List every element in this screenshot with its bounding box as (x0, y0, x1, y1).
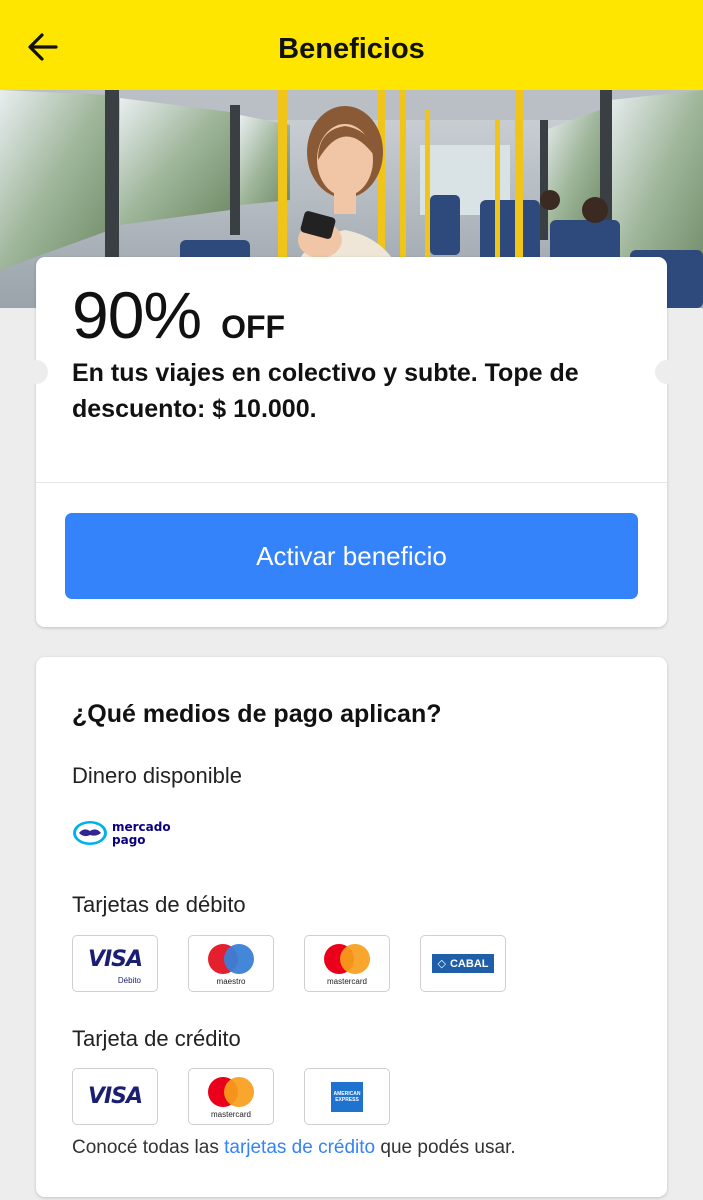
debit-cards-row: VISA Débito maestro mastercard ◇ CABAL (72, 935, 506, 992)
discount-percent: 90% (72, 278, 202, 352)
mp-logo-line1: mercado (112, 820, 171, 834)
visa-debit-sub: Débito (117, 976, 141, 985)
mp-logo-line2: pago (112, 833, 146, 847)
cabal-label: CABAL (449, 957, 489, 970)
visa-debit-name: VISA (87, 947, 143, 972)
note-prefix: Conocé todas las (72, 1137, 225, 1158)
page-title: Beneficios (278, 33, 425, 65)
payment-methods-card: ¿Qué medios de pago aplican? Dinero disp… (36, 657, 667, 1197)
ticket-notch (655, 360, 679, 384)
debit-cards-label: Tarjetas de débito (72, 892, 246, 917)
mastercard-debit-label: mastercard (326, 977, 367, 986)
activate-benefit-button[interactable]: Activar beneficio (65, 513, 638, 599)
offer-description: En tus viajes en colectivo y subte. Tope… (72, 359, 579, 423)
credit-cards-note: Conocé todas las tarjetas de crédito que… (72, 1137, 516, 1159)
offer-card: 90% OFF En tus viajes en colectivo y sub… (24, 257, 679, 627)
mercado-pago-logo: mercado pago (72, 817, 172, 849)
mastercard-debit-card: mastercard (304, 935, 390, 992)
divider (36, 482, 667, 483)
maestro-card: maestro (188, 935, 274, 992)
discount-off-label: OFF (221, 309, 286, 345)
credit-cards-link[interactable]: tarjetas de crédito (224, 1137, 375, 1158)
visa-debit-card: VISA Débito (72, 935, 158, 992)
visa-credit-card: VISA (72, 1068, 158, 1125)
payment-methods-title: ¿Qué medios de pago aplican? (72, 700, 442, 728)
cabal-icon: ◇ (437, 958, 446, 970)
mastercard-credit-card: mastercard (188, 1068, 274, 1125)
cabal-card: ◇ CABAL (420, 935, 506, 992)
amex-card: AMERICAN EXPRESS (304, 1068, 390, 1125)
top-bar: Beneficios (0, 0, 703, 90)
amex-logo: AMERICAN EXPRESS (331, 1081, 363, 1112)
available-money-label: Dinero disponible (72, 763, 242, 788)
discount-amount: 90% OFF (72, 277, 285, 353)
visa-credit-name: VISA (87, 1084, 143, 1109)
credit-cards-row: VISA mastercard AMERICAN EXPRESS (72, 1068, 390, 1125)
ticket-notch (24, 360, 48, 384)
credit-card-label: Tarjeta de crédito (72, 1026, 241, 1051)
note-suffix: que podés usar. (375, 1137, 516, 1158)
maestro-label: maestro (216, 977, 246, 986)
mastercard-credit-label: mastercard (210, 1110, 251, 1119)
